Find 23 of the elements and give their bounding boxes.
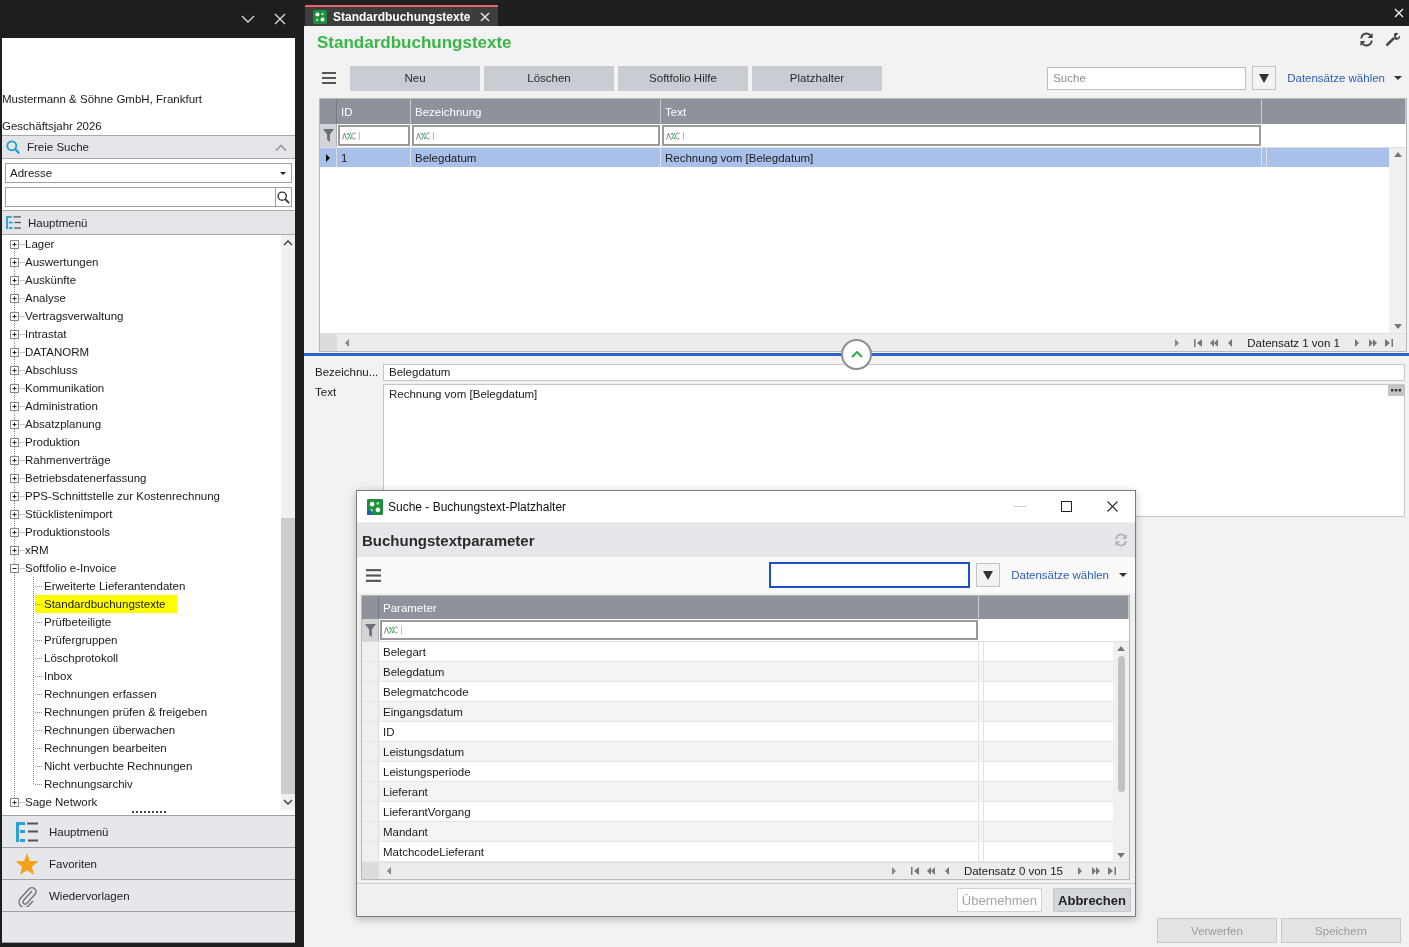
field-label: Text bbox=[315, 385, 338, 400]
dialog-title: Suche - Buchungstext-Platzhalter bbox=[388, 499, 567, 514]
table-cell: Mandant bbox=[379, 822, 979, 841]
table-cell: LieferantVorgang bbox=[379, 802, 979, 821]
company-name: Mustermann & Söhne GmbH, Frankfurt bbox=[2, 92, 204, 107]
table-cell: Eingangsdatum bbox=[379, 702, 979, 721]
table-cell: 1 bbox=[337, 148, 411, 167]
field-label: Bezeichnu... bbox=[315, 365, 380, 380]
table-cell: ID bbox=[379, 722, 979, 741]
table-cell: Belegdatum bbox=[379, 662, 979, 681]
table-cell: Leistungsdatum bbox=[379, 742, 979, 761]
table-cell: Leistungsperiode bbox=[379, 762, 979, 781]
table-cell: Lieferant bbox=[379, 782, 979, 801]
pager-status: Datensatz 1 von 1 bbox=[1247, 336, 1340, 349]
table-cell: Rechnung vom [Belegdatum] bbox=[661, 148, 1262, 167]
pager-status: Datensatz 0 von 15 bbox=[963, 865, 1063, 877]
table-cell: Belegmatchcode bbox=[379, 682, 979, 701]
table-cell: Belegdatum bbox=[411, 148, 661, 167]
dialog-heading: Buchungstextparameter bbox=[362, 531, 535, 549]
table-cell: Belegart bbox=[379, 642, 979, 661]
fiscal-year: Geschäftsjahr 2026 bbox=[2, 119, 103, 134]
page-title: Standardbuchungstexte bbox=[317, 33, 512, 53]
table-cell: MatchcodeLieferant bbox=[379, 842, 979, 861]
